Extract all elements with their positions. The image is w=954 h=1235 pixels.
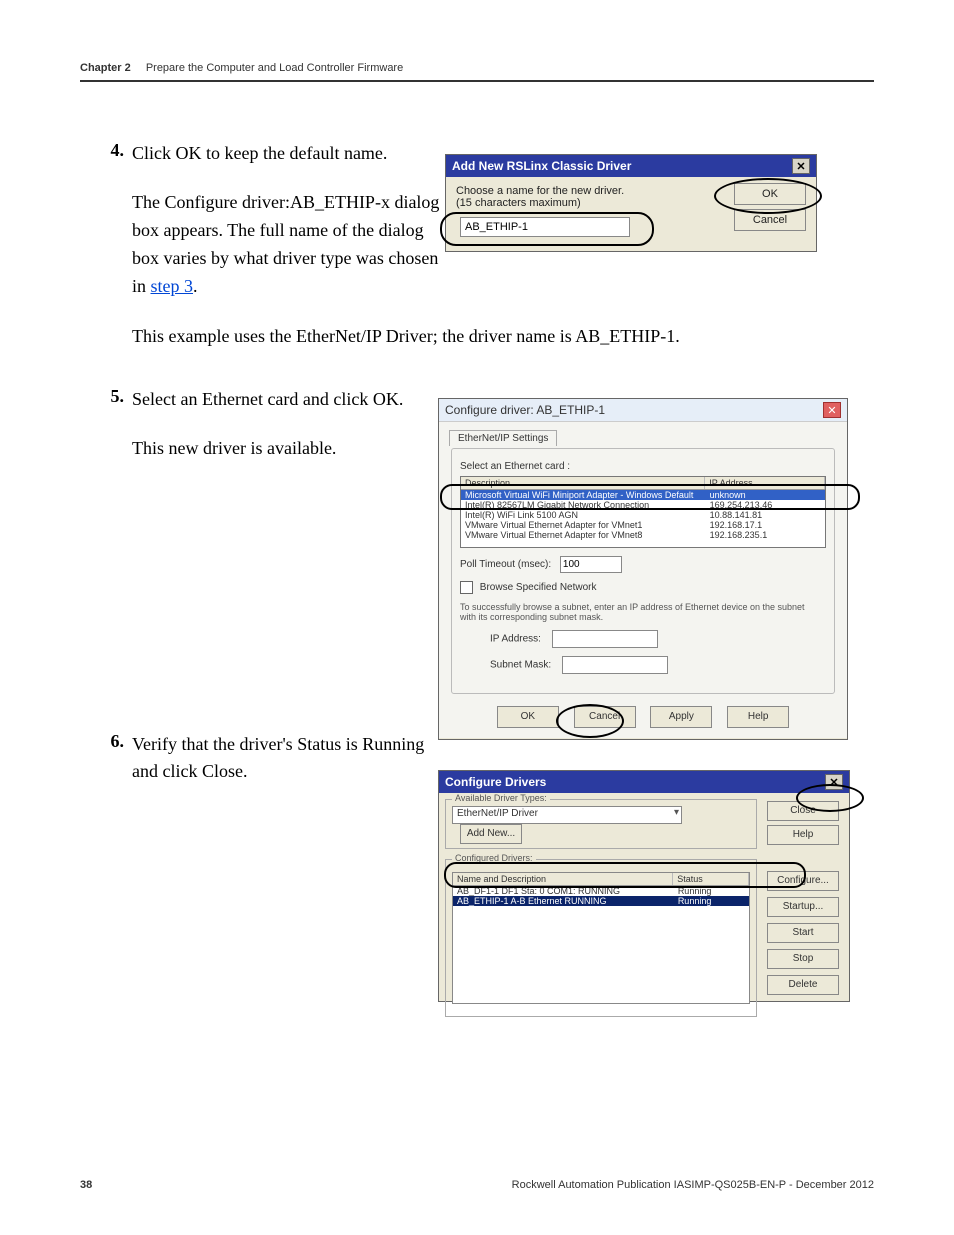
configure-button[interactable]: Configure... (767, 871, 839, 891)
cfg-dialog-title: Configure driver: AB_ETHIP-1 (445, 403, 605, 417)
drv-dialog-title: Configure Drivers (445, 775, 546, 789)
running-header: Chapter 2 Prepare the Computer and Load … (80, 62, 874, 82)
col-description: Description (461, 477, 705, 489)
stop-button[interactable]: Stop (767, 949, 839, 969)
subnet-mask-input[interactable] (562, 656, 668, 674)
add-driver-dialog: Add New RSLinx Classic Driver ✕ Choose a… (445, 154, 817, 252)
step3-link[interactable]: step 3 (151, 276, 194, 296)
ok-button[interactable]: OK (497, 706, 559, 728)
select-card-label: Select an Ethernet card : (460, 461, 826, 472)
poll-timeout-label: Poll Timeout (msec): (460, 559, 551, 570)
driver-row[interactable]: AB_DF1-1 DF1 Sta: 0 COM1: RUNNING Runnin… (453, 886, 749, 896)
ip-address-input[interactable] (552, 630, 658, 648)
startup-button[interactable]: Startup... (767, 897, 839, 917)
subnet-help-text: To successfully browse a subnet, enter a… (460, 602, 820, 622)
close-icon[interactable]: ✕ (823, 402, 841, 418)
add-new-button[interactable]: Add New... (460, 824, 522, 844)
chapter-title: Prepare the Computer and Load Controller… (146, 62, 403, 74)
ip-address-label: IP Address: (490, 634, 541, 645)
poll-timeout-input[interactable] (560, 556, 622, 573)
cancel-button[interactable]: Cancel (734, 209, 806, 231)
apply-button[interactable]: Apply (650, 706, 712, 728)
ethernet-row[interactable]: Intel(R) 82567LM Gigabit Network Connect… (461, 500, 825, 510)
step5-number: 5. (96, 386, 124, 413)
delete-button[interactable]: Delete (767, 975, 839, 995)
close-button[interactable]: Close (767, 801, 839, 821)
configured-drivers-list[interactable]: Name and Description Status AB_DF1-1 DF1… (452, 872, 750, 1004)
step6-number: 6. (96, 731, 124, 785)
step6-text: Verify that the driver's Status is Runni… (132, 731, 432, 785)
available-types-label: Available Driver Types: (452, 793, 550, 803)
add-dialog-title: Add New RSLinx Classic Driver (452, 159, 631, 173)
driver-name-input[interactable] (460, 217, 630, 237)
close-icon[interactable]: ✕ (792, 158, 810, 174)
driver-type-combo[interactable]: EtherNet/IP Driver (452, 806, 682, 824)
step4-example: This example uses the EtherNet/IP Driver… (132, 323, 832, 351)
col-ip: IP Address (705, 477, 825, 489)
ethernet-card-list[interactable]: Description IP Address Microsoft Virtual… (460, 476, 826, 548)
driver-row[interactable]: AB_ETHIP-1 A-B Ethernet RUNNING Running (453, 896, 749, 906)
page-footer: 38 Rockwell Automation Publication IASIM… (80, 1179, 874, 1191)
chapter-label: Chapter 2 (80, 62, 131, 74)
browse-network-checkbox[interactable] (460, 581, 473, 594)
step5-text: Select an Ethernet card and click OK. (132, 386, 432, 413)
step4-number: 4. (96, 140, 124, 167)
ok-button[interactable]: OK (734, 183, 806, 205)
help-button[interactable]: Help (767, 825, 839, 845)
page-number: 38 (80, 1179, 92, 1191)
ethernet-row[interactable]: Microsoft Virtual WiFi Miniport Adapter … (461, 490, 825, 500)
ethernet-row[interactable]: Intel(R) WiFi Link 5100 AGN 10.88.141.81 (461, 510, 825, 520)
step4-text: Click OK to keep the default name. (132, 140, 432, 167)
col-status: Status (673, 873, 749, 885)
ethernet-row[interactable]: VMware Virtual Ethernet Adapter for VMne… (461, 520, 825, 530)
col-name: Name and Description (453, 873, 673, 885)
step4-paragraph: The Configure driver:AB_ETHIP-x dialog b… (132, 189, 452, 301)
browse-network-label: Browse Specified Network (480, 582, 597, 593)
publication-line: Rockwell Automation Publication IASIMP-Q… (512, 1179, 874, 1191)
tab-ethernet-ip[interactable]: EtherNet/IP Settings (449, 430, 557, 446)
ethernet-row[interactable]: VMware Virtual Ethernet Adapter for VMne… (461, 530, 825, 540)
subnet-mask-label: Subnet Mask: (490, 660, 551, 671)
close-icon[interactable]: ✕ (825, 774, 843, 790)
start-button[interactable]: Start (767, 923, 839, 943)
cancel-button[interactable]: Cancel (574, 706, 636, 728)
help-button[interactable]: Help (727, 706, 789, 728)
configured-drivers-label: Configured Drivers: (452, 853, 536, 863)
configure-driver-dialog: Configure driver: AB_ETHIP-1 ✕ EtherNet/… (438, 398, 848, 740)
configure-drivers-dialog: Configure Drivers ✕ Close Help Available… (438, 770, 850, 1002)
